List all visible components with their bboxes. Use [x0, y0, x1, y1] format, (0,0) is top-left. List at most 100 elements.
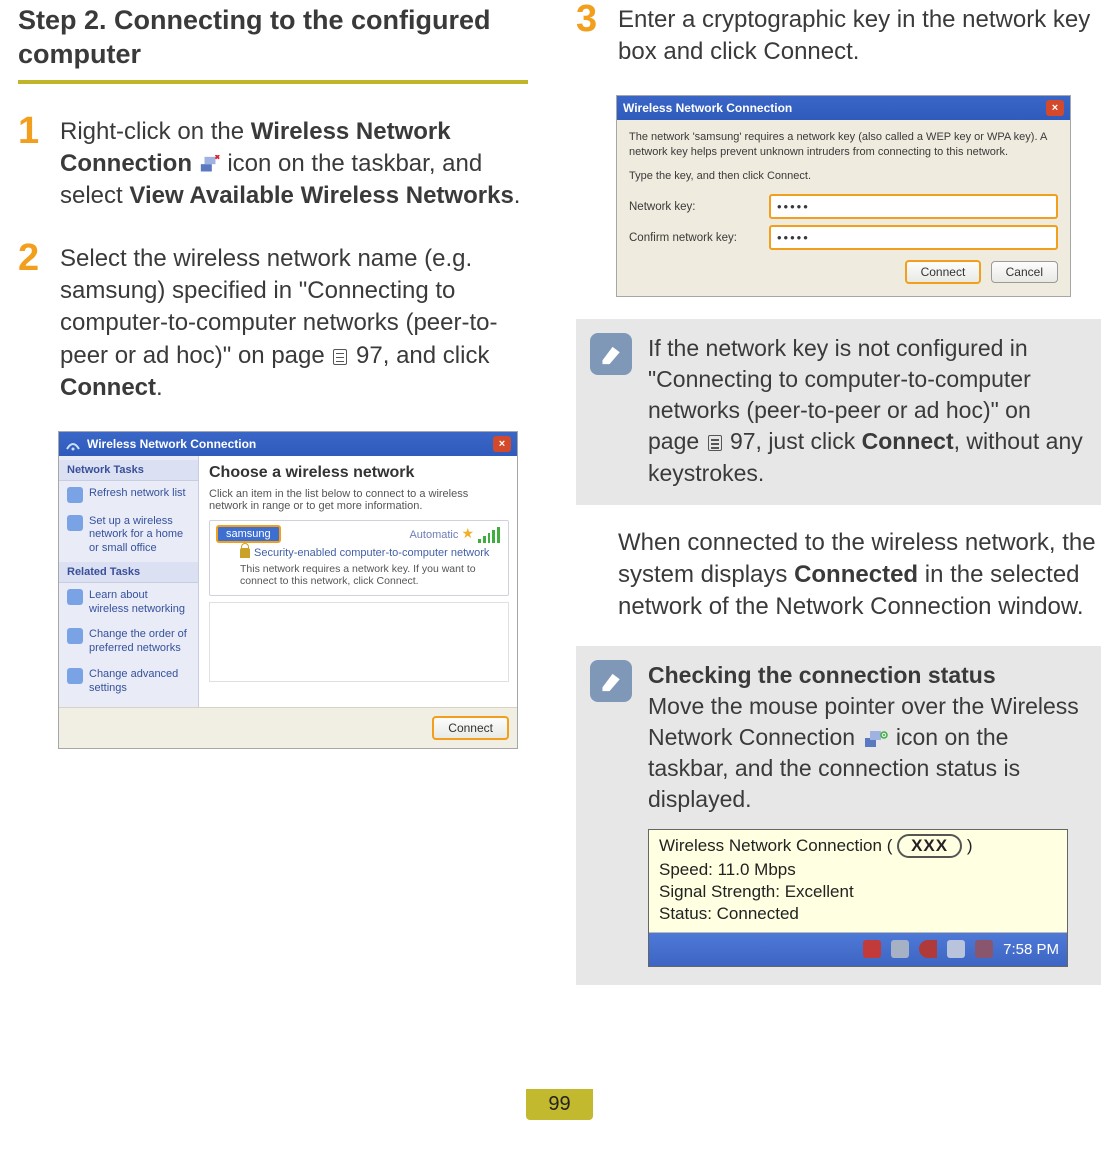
network-key-label: Network key:	[629, 201, 759, 213]
tray-icon	[863, 940, 881, 958]
bold: Connected	[794, 561, 918, 588]
note-icon	[590, 333, 632, 375]
tooltip-line-name: Wireless Network Connection ( XXX )	[659, 834, 1057, 860]
tooltip-line-speed: Speed: 11.0 Mbps	[659, 860, 1057, 882]
step-body: Enter a cryptographic key in the network…	[618, 0, 1101, 69]
label: Change advanced settings	[89, 668, 190, 696]
sidebar-item-order[interactable]: Change the order of preferred networks	[59, 622, 198, 662]
dialog-button-row: Connect	[59, 707, 517, 748]
page-ref: 97	[356, 342, 383, 369]
system-tray: 7:58 PM	[649, 932, 1067, 966]
wireless-tray-icon	[199, 150, 221, 168]
network-list-item[interactable]: samsung Automatic ★ Security-enabled com…	[209, 520, 509, 596]
screenshot-tooltip: Wireless Network Connection ( XXX ) Spee…	[648, 829, 1068, 967]
note-icon	[590, 660, 632, 702]
close-icon[interactable]: ×	[493, 436, 511, 452]
step-body: Select the wireless network name (e.g. s…	[60, 239, 528, 405]
step-2: 2 Select the wireless network name (e.g.…	[18, 239, 528, 405]
label: Set up a wireless network for a home or …	[89, 515, 190, 556]
field-row-confirm: Confirm network key: •••••	[629, 225, 1058, 250]
main-panel: Choose a wireless network Click an item …	[199, 456, 517, 708]
network-security-line: Security-enabled computer-to-computer ne…	[240, 547, 500, 559]
note-box-status: Checking the connection status Move the …	[576, 646, 1101, 985]
window-title: Wireless Network Connection	[87, 437, 256, 451]
tray-icon	[947, 940, 965, 958]
bold: Connect	[862, 428, 954, 454]
window-titlebar: Wireless Network Connection ×	[59, 432, 517, 456]
tray-icon	[919, 940, 937, 958]
setup-icon	[67, 515, 83, 531]
sidebar-item-advanced[interactable]: Change advanced settings	[59, 662, 198, 702]
dialog-intro: The network 'samsung' requires a network…	[629, 130, 1058, 160]
close-icon[interactable]: ×	[1046, 100, 1064, 116]
signal-icon	[478, 527, 500, 543]
connect-button[interactable]: Connect	[905, 260, 982, 284]
tray-clock: 7:58 PM	[1003, 941, 1059, 958]
sidebar: Network Tasks Refresh network list Set u…	[59, 456, 199, 708]
tooltip-line-status: Status: Connected	[659, 904, 1057, 926]
sidebar-item-setup[interactable]: Set up a wireless network for a home or …	[59, 509, 198, 562]
window-title: Wireless Network Connection	[623, 101, 792, 115]
window-titlebar: Wireless Network Connection ×	[617, 96, 1070, 120]
sidebar-heading: Network Tasks	[59, 460, 198, 481]
wireless-icon	[65, 437, 81, 451]
network-automatic-label: Automatic ★	[409, 525, 474, 542]
dialog-button-row: Connect Cancel	[629, 260, 1058, 284]
info-icon	[67, 589, 83, 605]
refresh-icon	[67, 487, 83, 503]
tray-icon	[975, 940, 993, 958]
network-name-highlight: samsung	[216, 525, 281, 543]
page-number: 99	[526, 1089, 592, 1120]
star-icon: ★	[461, 525, 474, 541]
tray-icon	[891, 940, 909, 958]
wireless-tray-icon	[864, 726, 888, 746]
step-number: 3	[576, 0, 612, 38]
network-key-input[interactable]: •••••	[769, 194, 1058, 219]
placeholder-xxx: XXX	[897, 834, 962, 858]
lock-icon	[240, 548, 250, 558]
text: Right-click on the	[60, 118, 251, 145]
text: , just click	[756, 428, 862, 454]
step-number: 2	[18, 239, 54, 277]
step-number: 1	[18, 112, 54, 150]
note-body: Checking the connection status Move the …	[648, 660, 1085, 815]
cancel-button[interactable]: Cancel	[991, 261, 1058, 283]
sidebar-heading: Related Tasks	[59, 562, 198, 583]
dialog-hint: Type the key, and then click Connect.	[629, 169, 1058, 184]
text: , and click	[383, 342, 490, 369]
confirm-key-label: Confirm network key:	[629, 232, 759, 244]
page-ref-icon	[333, 349, 347, 365]
text: .	[156, 374, 163, 401]
section-title: Step 2. Connecting to the configured com…	[18, 4, 528, 72]
gear-icon	[67, 668, 83, 684]
bold: View Available Wireless Networks	[129, 182, 513, 209]
field-row-key: Network key: •••••	[629, 194, 1058, 219]
panel-hint: Click an item in the list below to conne…	[209, 488, 509, 512]
screenshot-key-dialog: Wireless Network Connection × The networ…	[616, 95, 1071, 298]
connect-button[interactable]: Connect	[432, 716, 509, 740]
note-body: If the network key is not configured in …	[648, 333, 1085, 488]
connected-paragraph: When connected to the wireless network, …	[618, 527, 1101, 624]
confirm-key-input[interactable]: •••••	[769, 225, 1058, 250]
note-box: If the network key is not configured in …	[576, 319, 1101, 504]
label: Change the order of preferred networks	[89, 628, 190, 656]
network-requirement-text: This network requires a network key. If …	[240, 563, 500, 587]
label: Learn about wireless networking	[89, 589, 190, 617]
bold: Connect	[60, 374, 156, 401]
note-title: Checking the connection status	[648, 662, 996, 688]
tooltip-line-signal: Signal Strength: Excellent	[659, 882, 1057, 904]
sidebar-item-refresh[interactable]: Refresh network list	[59, 481, 198, 509]
text: .	[514, 182, 521, 209]
sidebar-item-learn[interactable]: Learn about wireless networking	[59, 583, 198, 623]
page-ref-icon	[708, 435, 722, 451]
screenshot-choose-network: Wireless Network Connection × Network Ta…	[58, 431, 518, 750]
step-3: 3 Enter a cryptographic key in the netwo…	[576, 0, 1101, 69]
step-body: Right-click on the Wireless Network Conn…	[60, 112, 528, 213]
page-ref: 97	[730, 428, 756, 454]
empty-list-area	[209, 602, 509, 682]
order-icon	[67, 628, 83, 644]
label: Refresh network list	[89, 487, 186, 503]
step-1: 1 Right-click on the Wireless Network Co…	[18, 112, 528, 213]
divider-rule	[18, 80, 528, 84]
panel-heading: Choose a wireless network	[209, 464, 509, 482]
